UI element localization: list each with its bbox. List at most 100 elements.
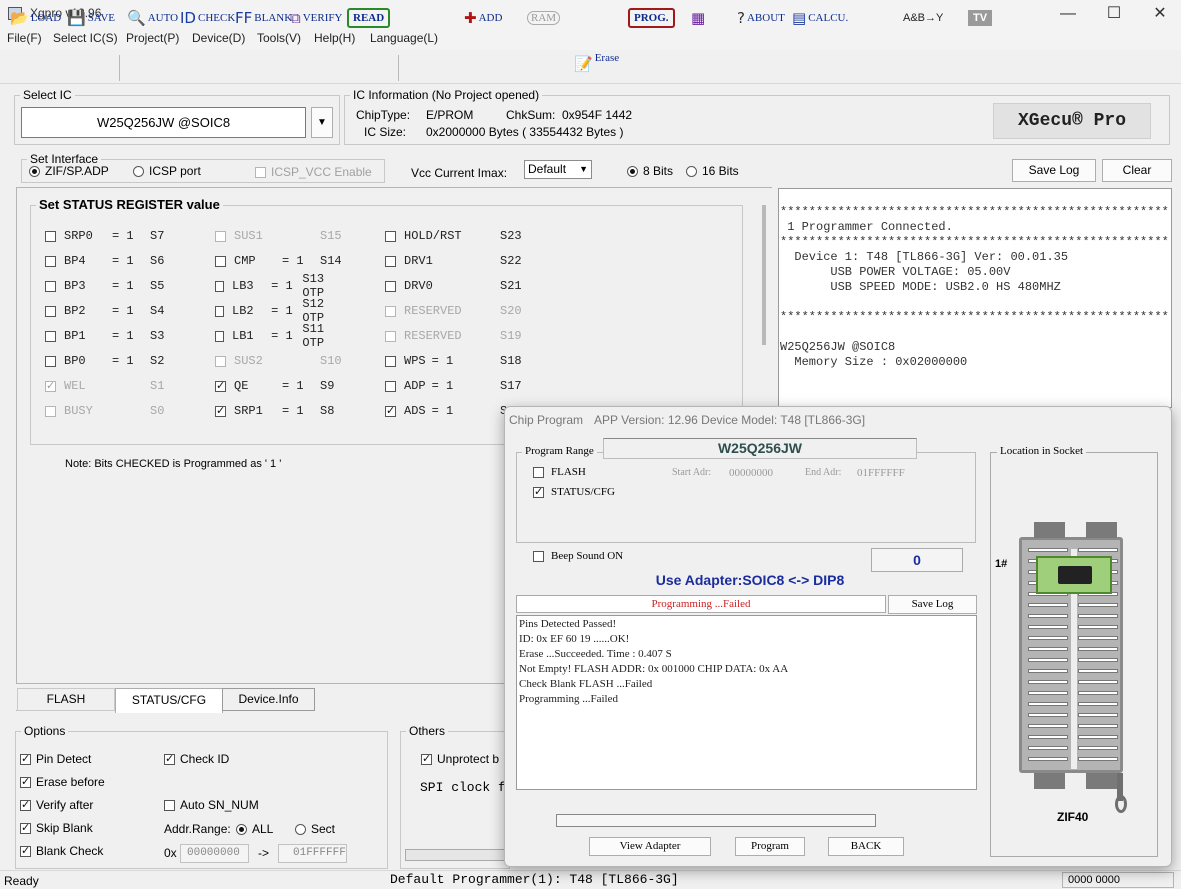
8-bits-radio[interactable]: 8 Bits (627, 164, 673, 178)
status-bit-s5-checkbox[interactable]: BP3 = 1 S5 (45, 278, 164, 294)
beep-sound-checkbox[interactable]: Beep Sound ON (533, 550, 623, 562)
menu-select-ic[interactable]: Select IC(S) (53, 31, 118, 45)
dialog-save-log-button[interactable]: Save Log (888, 595, 977, 614)
status-bit-s11-checkbox[interactable]: LB1 = 1 S11 OTP (215, 322, 342, 350)
check-id-checkbox[interactable]: Check ID (164, 752, 229, 766)
load-button[interactable]: 📂 LOAD (10, 6, 61, 30)
addr-end-input[interactable]: 01FFFFFF (278, 844, 347, 863)
about-button[interactable]: ? ABOUT (737, 6, 785, 30)
menu-help[interactable]: Help(H) (314, 31, 355, 45)
logic-gate-button[interactable]: A&B→Y (903, 6, 943, 30)
chip-button[interactable]: ▦ (691, 6, 705, 30)
tab-device-info[interactable]: Device.Info (222, 688, 315, 711)
clear-button[interactable]: Clear (1102, 159, 1172, 182)
status-bit-name: RESERVED (404, 304, 462, 318)
vcc-current-select[interactable]: Default ▼ (524, 160, 592, 179)
blank-check-checkbox[interactable]: Blank Check (20, 844, 103, 858)
tab-status-cfg[interactable]: STATUS/CFG (115, 688, 223, 713)
floppy-icon: 💾 (67, 8, 86, 27)
status-bit-s2-checkbox[interactable]: BP0 = 1 S2 (45, 353, 164, 369)
log-line: USB SPEED MODE: USB2.0 HS 480MHZ (780, 280, 1061, 294)
status-register-note: Note: Bits CHECKED is Programmed as ' 1 … (65, 458, 282, 470)
addr-range-all-radio[interactable]: ALL (236, 822, 273, 836)
blank-button[interactable]: FF BLANK (235, 6, 292, 30)
minimize-button[interactable]: — (1045, 0, 1091, 28)
addr-range-sect-radio[interactable]: Sect (295, 822, 335, 836)
status-bit-s21-checkbox[interactable]: DRV0 S21 (385, 278, 522, 294)
log-line: 1 Programmer Connected. (780, 220, 953, 234)
status-bit-s12-checkbox[interactable]: LB2 = 1 S12 OTP (215, 297, 342, 325)
status-bit-s13-checkbox[interactable]: LB3 = 1 S13 OTP (215, 272, 342, 300)
skip-blank-checkbox[interactable]: Skip Blank (20, 821, 93, 835)
status-bit-s17-checkbox[interactable]: ADP = 1 S17 (385, 378, 522, 394)
add-button[interactable]: ✚ ADD (464, 6, 502, 30)
unprotect-checkbox[interactable]: Unprotect b (421, 752, 499, 766)
socket-pin-right (1078, 658, 1118, 662)
menu-file[interactable]: File(F) (7, 31, 42, 45)
status-bit-index: S8 (320, 404, 335, 418)
auto-sn-checkbox[interactable]: Auto SN_NUM (164, 798, 259, 812)
prog-button[interactable]: PROG. (628, 6, 675, 30)
program-button[interactable]: Program (735, 837, 805, 856)
erase-button[interactable]: 📝 Erase (574, 52, 619, 76)
maximize-button[interactable]: ☐ (1091, 0, 1137, 28)
status-bit-s4-checkbox[interactable]: BP2 = 1 S4 (45, 303, 164, 319)
menu-device[interactable]: Device(D) (192, 31, 245, 45)
status-bit-s23-checkbox[interactable]: HOLD/RST S23 (385, 228, 522, 244)
icsp-vcc-checkbox[interactable]: ICSP_VCC Enable (255, 165, 372, 179)
status-bit-s18-checkbox[interactable]: WPS = 1 S18 (385, 353, 522, 369)
tv-button[interactable]: TV (968, 6, 993, 30)
view-adapter-button[interactable]: View Adapter (589, 837, 711, 856)
pin-detect-checkbox[interactable]: Pin Detect (20, 752, 91, 766)
socket-tab-left (1034, 522, 1065, 538)
status-bit-s16-checkbox[interactable]: ADS= 1S16 (385, 403, 522, 419)
selected-ic-display[interactable]: W25Q256JW @SOIC8 (21, 107, 306, 138)
ic-dropdown-button[interactable]: ▼ (311, 107, 333, 138)
status-bit-eq: = 1 (282, 254, 304, 268)
save-log-button[interactable]: Save Log (1012, 159, 1096, 182)
menu-project[interactable]: Project(P) (126, 31, 179, 45)
status-bit-name: BUSY (64, 404, 93, 418)
status-bit-label-wrap: ADS = 1 (404, 404, 492, 418)
status-bit-index: S6 (150, 254, 165, 268)
log-line: ****************************************… (780, 235, 1169, 249)
zif-radio[interactable]: ZIF/SP.ADP (29, 164, 109, 178)
menu-tools[interactable]: Tools(V) (257, 31, 301, 45)
status-bit-s8-checkbox[interactable]: SRP1 = 1 S8 (215, 403, 334, 419)
check-id-button[interactable]: ID CHECK (180, 6, 235, 30)
status-bit-s6-checkbox[interactable]: BP4 = 1 S6 (45, 253, 164, 269)
status-bit-name: BP3 (64, 279, 86, 293)
read-button[interactable]: READ (347, 6, 391, 30)
save-button[interactable]: 💾 SAVE (67, 6, 115, 30)
ram-button[interactable]: RAM (527, 6, 561, 30)
back-button[interactable]: BACK (828, 837, 904, 856)
panel-scrollbar[interactable] (762, 205, 766, 345)
dialog-log-line: ID: 0x EF 60 19 ......OK! (519, 633, 630, 645)
16-bits-radio[interactable]: 16 Bits (686, 164, 739, 178)
verify-button[interactable]: ⧉ VERIFY (290, 6, 342, 30)
select-ic-label: Select IC (20, 88, 75, 102)
calculator-button[interactable]: ▤ CALCU. (792, 6, 848, 30)
auto-button[interactable]: 🔍 AUTO (127, 6, 178, 30)
dialog-progress-bar (556, 814, 876, 827)
status-bit-s7-checkbox[interactable]: SRP0 = 1 S7 (45, 228, 164, 244)
status-bit-s3-checkbox[interactable]: BP1 = 1 S3 (45, 328, 164, 344)
socket-pin-left (1028, 669, 1068, 673)
status-bit-eq: = 1 (282, 404, 304, 418)
icsp-radio[interactable]: ICSP port (133, 164, 201, 178)
close-button[interactable]: ✕ (1137, 0, 1181, 28)
status-bit-name: LB3 (232, 279, 254, 293)
status-bit-eq: = 1 (271, 304, 293, 318)
log-line: Memory Size : 0x02000000 (780, 355, 968, 369)
erase-before-checkbox[interactable]: Erase before (20, 775, 105, 789)
tab-flash[interactable]: FLASH (17, 688, 115, 711)
status-bit-s1-checkbox: WEL S1 (45, 378, 164, 394)
status-bit-s9-checkbox[interactable]: QE = 1 S9 (215, 378, 334, 394)
flash-range-checkbox[interactable]: FLASH (533, 466, 586, 478)
verify-after-checkbox[interactable]: Verify after (20, 798, 93, 812)
status-bit-s14-checkbox[interactable]: CMP = 1 S14 (215, 253, 342, 269)
status-cfg-range-checkbox[interactable]: STATUS/CFG (533, 485, 615, 498)
menu-language[interactable]: Language(L) (370, 31, 438, 45)
addr-start-input[interactable]: 00000000 (180, 844, 249, 863)
status-bit-s22-checkbox[interactable]: DRV1 S22 (385, 253, 522, 269)
